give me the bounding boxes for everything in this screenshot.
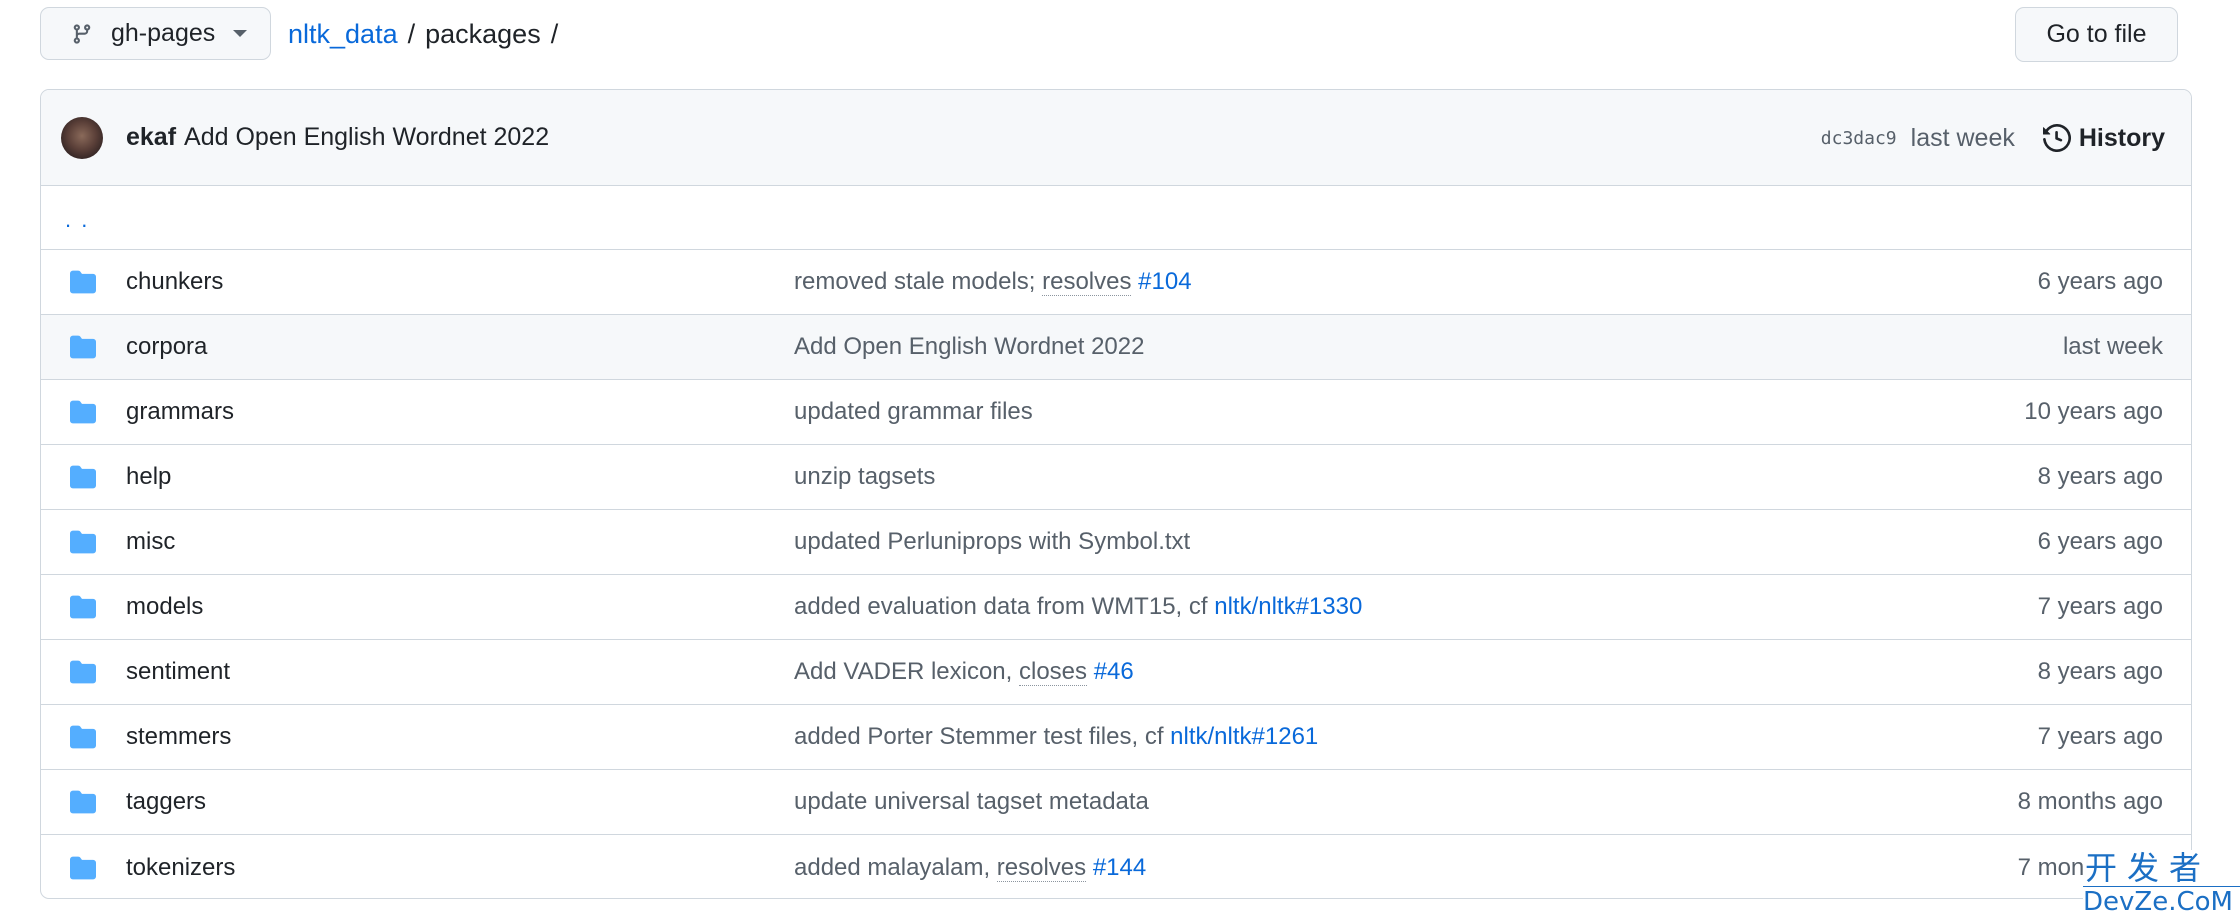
file-commit-message: Add Open English Wordnet 2022 [794, 333, 1144, 361]
file-commit-message: update universal tagset metadata [794, 788, 1149, 816]
file-commit-date: 8 years ago [2037, 463, 2163, 490]
breadcrumb-separator: / [407, 19, 416, 49]
folder-icon [70, 790, 96, 814]
commit-message[interactable]: Add Open English Wordnet 2022 [184, 123, 549, 152]
file-name-link[interactable]: stemmers [126, 723, 231, 751]
folder-icon [70, 660, 96, 684]
commit-message-link[interactable]: Add VADER lexicon, [794, 658, 1019, 685]
file-row[interactable]: taggers update universal tagset metadata 8… [41, 770, 2191, 835]
file-commit-date: 7 years ago [2037, 723, 2163, 750]
file-commit-date: last week [2062, 333, 2163, 360]
file-commit-date: 8 years ago [2037, 658, 2163, 685]
issue-link[interactable]: #104 [1138, 268, 1191, 295]
file-name-link[interactable]: misc [126, 528, 175, 556]
branch-name: gh-pages [111, 19, 216, 47]
file-commit-message: updated Perluniprops with Symbol.txt [794, 528, 1190, 556]
file-commit-message: added evaluation data from WMT15, cf nlt… [794, 593, 1362, 621]
file-rows: chunkers removed stale models; resolves #… [41, 250, 2191, 898]
file-row[interactable]: chunkers removed stale models; resolves #… [41, 250, 2191, 315]
closing-keyword[interactable]: closes [1019, 658, 1088, 686]
file-commit-date: 6 years ago [2037, 528, 2163, 555]
breadcrumb-separator: / [550, 19, 559, 49]
breadcrumb-current: packages [425, 19, 541, 49]
breadcrumb: nltk_data / packages / [288, 7, 568, 62]
folder-icon [70, 335, 96, 359]
file-row[interactable]: corpora Add Open English Wordnet 2022 last… [41, 315, 2191, 380]
caret-down-icon [233, 30, 248, 37]
file-commit-date: 10 years ago [2024, 398, 2163, 425]
file-commit-message: updated grammar files [794, 398, 1033, 426]
watermark-en: DevZe.CoM [2083, 887, 2240, 917]
file-row[interactable]: tokenizers added malayalam, resolves #144… [41, 835, 2191, 898]
commit-message-link[interactable]: Add Open English Wordnet 2022 [794, 333, 1144, 360]
issue-link[interactable]: nltk/nltk#1261 [1170, 723, 1318, 750]
file-commit-date: 6 years ago [2037, 268, 2163, 295]
commit-message-link[interactable] [1087, 658, 1094, 685]
file-row[interactable]: sentiment Add VADER lexicon, closes #46 8 … [41, 640, 2191, 705]
latest-commit-bar: ekaf Add Open English Wordnet 2022 dc3da… [41, 90, 2191, 186]
file-row[interactable]: models added evaluation data from WMT15, … [41, 575, 2191, 640]
file-commit-message: removed stale models; resolves #104 [794, 268, 1192, 296]
go-to-file-button[interactable]: Go to file [2015, 7, 2178, 62]
closing-keyword[interactable]: resolves [1042, 268, 1132, 296]
file-name-link[interactable]: sentiment [126, 658, 230, 686]
file-row[interactable]: help unzip tagsets 8 years ago [41, 445, 2191, 510]
commit-message-link[interactable]: added malayalam, [794, 854, 997, 881]
file-commit-message: added malayalam, resolves #144 [794, 853, 1146, 882]
file-commit-date: 7 years ago [2037, 593, 2163, 620]
file-row[interactable]: grammars updated grammar files 10 years ag… [41, 380, 2191, 445]
commit-message-link[interactable]: added Porter Stemmer test files, cf [794, 723, 1170, 750]
commit-message-link[interactable]: updated Perluniprops with Symbol.txt [794, 528, 1190, 555]
folder-icon [70, 400, 96, 424]
file-row[interactable]: stemmers added Porter Stemmer test files,… [41, 705, 2191, 770]
commit-sha[interactable]: dc3dac9 [1821, 128, 1897, 149]
commit-meta: dc3dac9 last week History [1821, 90, 2165, 186]
branch-select-button[interactable]: gh-pages [40, 7, 271, 60]
parent-directory-row[interactable]: . . [41, 186, 2191, 250]
watermark-cn: 开发者 [2083, 850, 2240, 887]
issue-link[interactable]: nltk/nltk#1330 [1214, 593, 1362, 620]
closing-keyword[interactable]: resolves [996, 853, 1087, 882]
file-name-link[interactable]: models [126, 593, 203, 621]
commit-date: last week [1910, 123, 2015, 152]
breadcrumb-repo-link[interactable]: nltk_data [288, 19, 398, 50]
file-name-link[interactable]: grammars [126, 398, 234, 426]
file-name-link[interactable]: tokenizers [126, 854, 235, 882]
folder-icon [70, 270, 96, 294]
file-commit-date: 8 months ago [2017, 788, 2163, 815]
file-name-link[interactable]: chunkers [126, 268, 223, 296]
folder-icon [70, 856, 96, 879]
top-bar: gh-pages nltk_data / packages / Go to fi… [40, 7, 2178, 62]
commit-author[interactable]: ekaf [126, 123, 176, 152]
watermark: 开发者 DevZe.CoM [2083, 850, 2240, 918]
commit-message-link[interactable]: update universal tagset metadata [794, 788, 1149, 815]
file-commit-message: Add VADER lexicon, closes #46 [794, 658, 1134, 686]
history-button[interactable]: History [2042, 123, 2165, 153]
folder-icon [70, 530, 96, 554]
file-commit-message: added Porter Stemmer test files, cf nltk… [794, 723, 1318, 751]
file-name-link[interactable]: help [126, 463, 171, 491]
file-name-link[interactable]: taggers [126, 788, 206, 816]
history-icon [2042, 124, 2071, 152]
commit-message-link[interactable]: removed stale models; [794, 268, 1042, 295]
commit-message-link[interactable]: added evaluation data from WMT15, cf [794, 593, 1214, 620]
history-label: History [2078, 123, 2165, 152]
issue-link[interactable]: #46 [1094, 658, 1134, 685]
folder-icon [70, 725, 96, 749]
file-list: ekaf Add Open English Wordnet 2022 dc3da… [40, 89, 2192, 899]
git-branch-icon [73, 23, 91, 44]
file-row[interactable]: misc updated Perluniprops with Symbol.txt… [41, 510, 2191, 575]
folder-icon [70, 595, 96, 619]
parent-directory-link[interactable]: . . [65, 207, 89, 233]
issue-link[interactable]: #144 [1093, 854, 1146, 881]
file-commit-message: unzip tagsets [794, 463, 935, 491]
commit-message-link[interactable] [1086, 854, 1093, 881]
folder-icon [70, 465, 96, 489]
commit-message-link[interactable]: unzip tagsets [794, 463, 935, 490]
commit-message-link[interactable]: updated grammar files [794, 398, 1033, 425]
avatar[interactable] [61, 116, 103, 159]
file-name-link[interactable]: corpora [126, 333, 207, 361]
